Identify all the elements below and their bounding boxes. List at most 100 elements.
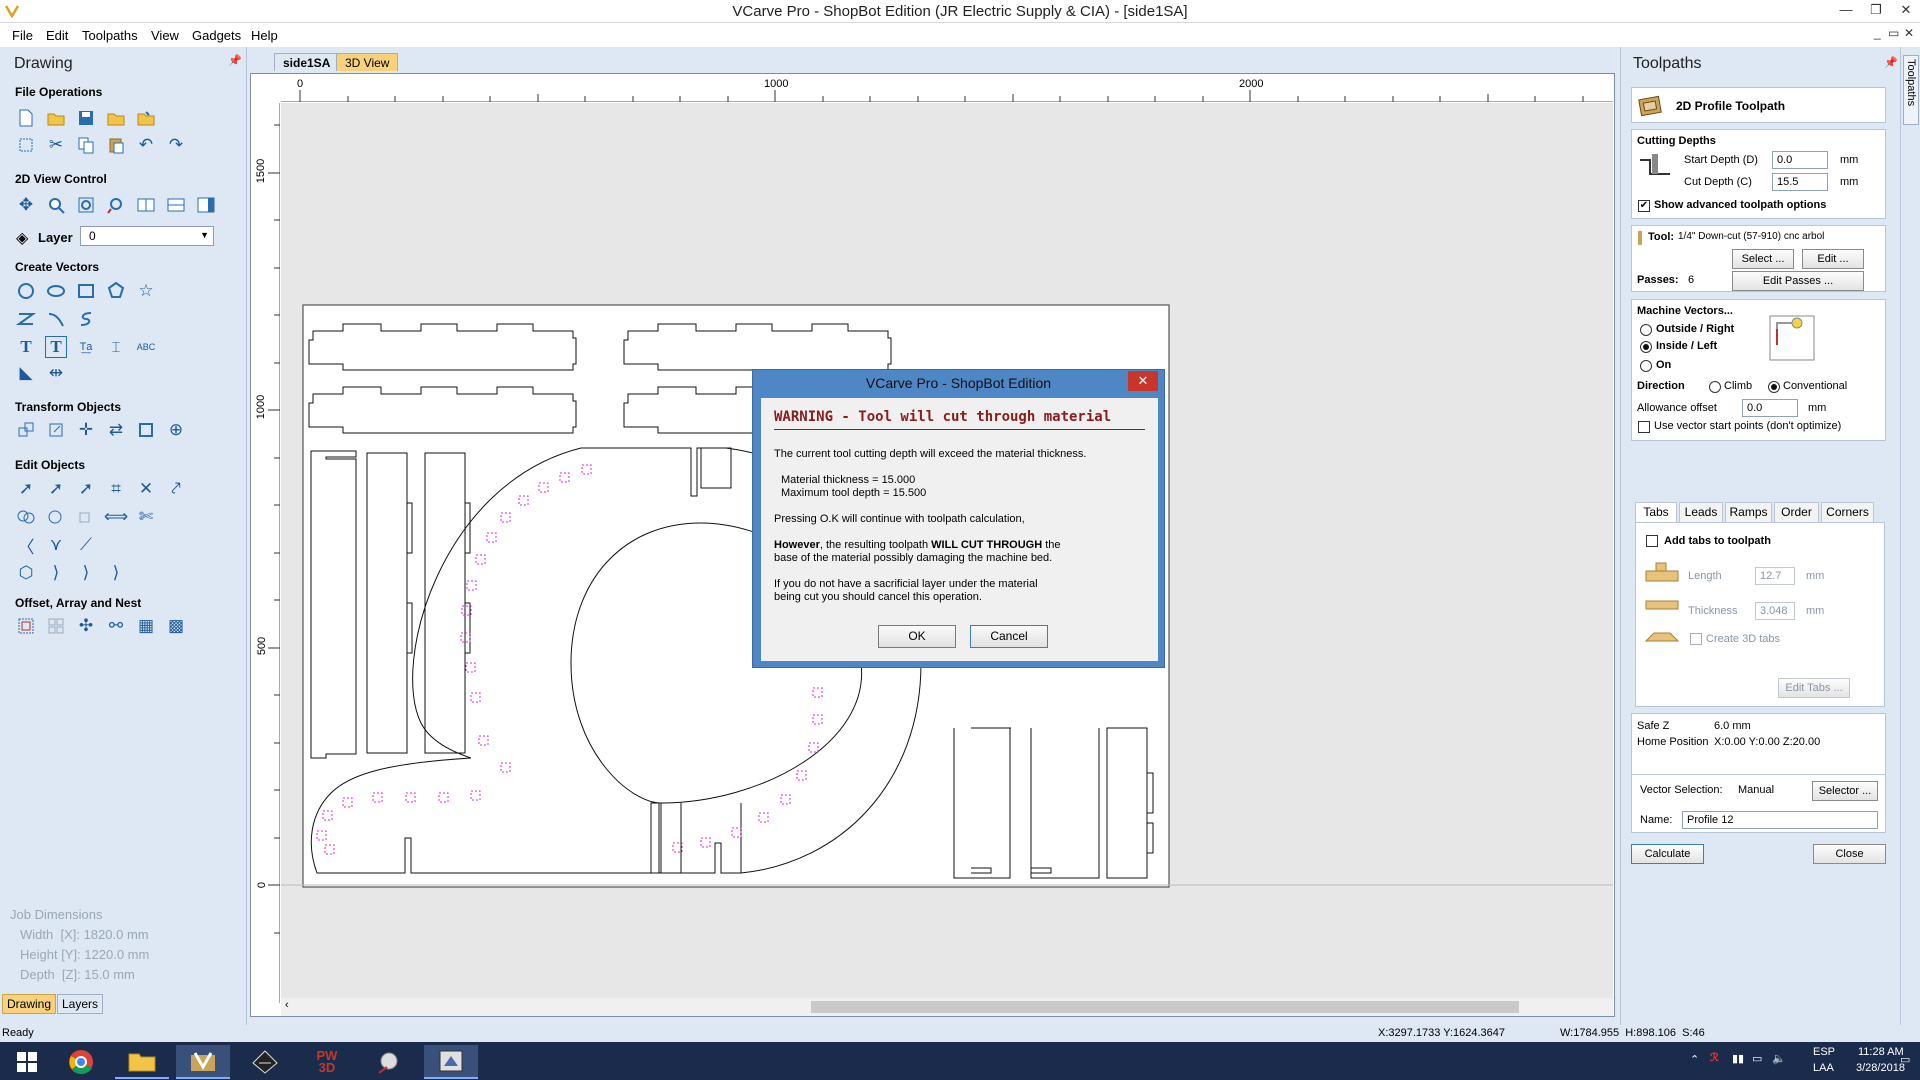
conventional-radio[interactable] [1768,381,1780,393]
app-mouse[interactable] [362,1045,416,1079]
menu-toolpaths[interactable]: Toolpaths [82,28,138,43]
join-vectors-icon[interactable]: ⟺ [104,506,128,528]
outside-right-radio[interactable] [1640,324,1652,336]
tab-thickness-input[interactable]: 3.048 [1755,602,1795,620]
add-tabs-checkbox[interactable] [1646,535,1658,547]
dimension-icon[interactable]: ◣ [15,362,37,384]
menu-gadgets[interactable]: Gadgets [192,28,241,43]
copy-icon[interactable] [75,134,97,156]
redo-icon[interactable]: ↷ [165,134,187,156]
interactive-select-icon[interactable]: ⌗ [105,478,127,500]
tray-volume-icon[interactable]: 🔈 [1772,1052,1786,1065]
close-vectors-icon[interactable]: ⬡ [15,562,37,584]
pin-icon[interactable]: 📌 [228,54,242,67]
scroll-left-icon[interactable]: ‹ [285,999,289,1011]
tab-order[interactable]: Order [1774,502,1819,523]
chrome-app[interactable] [54,1045,108,1079]
notifications-icon[interactable]: ▭ [1900,1053,1910,1066]
move-icon[interactable] [15,419,37,441]
rotate-icon[interactable] [45,419,67,441]
circular-array-icon[interactable]: ✣ [75,615,97,637]
edit-tool-button[interactable]: Edit ... [1802,249,1864,269]
tab-side1sa[interactable]: side1SA [274,53,340,71]
zoom-all-icon[interactable] [75,194,97,216]
draw-line-icon[interactable] [45,308,67,330]
draw-rectangle-icon[interactable] [75,280,97,302]
scrollbar-thumb[interactable] [811,1001,1519,1013]
clock-time[interactable]: 11:28 AM [1858,1046,1904,1058]
menu-view[interactable]: View [151,28,179,43]
draw-polygon-icon[interactable] [105,280,127,302]
zoom-in-icon[interactable] [45,194,67,216]
on-radio[interactable] [1640,360,1652,372]
draw-curve-icon[interactable] [75,308,97,330]
close-panel-button[interactable]: Close [1813,844,1886,864]
start-points-checkbox[interactable] [1638,421,1650,433]
bridge-icon[interactable]: ⟩ [75,562,97,584]
vcarve-app[interactable] [176,1045,230,1079]
edit-passes-button[interactable]: Edit Passes ... [1732,271,1864,291]
weld-icon[interactable] [15,506,37,528]
pin-icon[interactable]: 📌 [1884,56,1898,69]
intersect-icon[interactable] [75,506,97,528]
inside-left-radio[interactable] [1640,341,1652,353]
tab-drawing[interactable]: Drawing [2,994,57,1014]
extend-icon[interactable]: ⟋ [75,534,97,556]
sbp-app[interactable] [424,1045,478,1079]
tab-3d-view[interactable]: 3D View [336,53,399,71]
open-file-icon[interactable] [45,107,67,129]
auto-layout-text-icon[interactable]: T [45,336,67,358]
draw-circle-icon[interactable] [15,280,37,302]
keyboard-layout[interactable]: LAA [1813,1062,1834,1074]
text-arc-icon[interactable]: ⌶ [105,336,127,358]
delete-icon[interactable]: ✕ [135,478,157,500]
draw-star-icon[interactable]: ☆ [135,280,157,302]
new-file-icon[interactable] [15,107,37,129]
selector-button[interactable]: Selector ... [1812,781,1878,801]
cut-icon[interactable]: ✂ [45,134,67,156]
transform-select-icon[interactable]: ➚ [75,478,97,500]
set-size-icon[interactable]: ⊕ [165,419,187,441]
window-restore-button[interactable]: ❐ [1862,2,1890,18]
menu-edit[interactable]: Edit [46,28,68,43]
file-explorer-app[interactable] [115,1045,169,1079]
tab-leads[interactable]: Leads [1679,502,1723,523]
text-on-curve-icon[interactable]: T͟a [75,336,97,358]
app-diamond[interactable] [238,1045,292,1079]
tray-network-icon[interactable]: ▮▮ [1732,1052,1744,1065]
trim-icon[interactable]: ⤤ [165,478,187,500]
zoom-selected-icon[interactable] [105,194,127,216]
tab-length-input[interactable]: 12.7 [1755,567,1795,585]
dogbone-icon[interactable]: ⟩ [105,562,127,584]
tab-ramps[interactable]: Ramps [1725,502,1772,523]
start-depth-input[interactable]: 0.0 [1772,151,1828,169]
undo-icon[interactable]: ↶ [135,134,157,156]
horizontal-scrollbar[interactable]: ‹ [281,998,1613,1016]
keyboard-language[interactable]: ESP [1813,1046,1835,1058]
job-setup-icon[interactable] [15,134,37,156]
subtract-icon[interactable] [45,506,67,528]
view-window-icon[interactable] [195,194,217,216]
array-copy-icon[interactable] [45,615,67,637]
menu-file[interactable]: File [12,28,33,43]
partworks3d-app[interactable]: PW 3D [300,1045,354,1079]
start-button[interactable] [0,1045,54,1079]
cut-depth-input[interactable]: 15.5 [1772,173,1828,191]
curve-fit-icon[interactable]: ⋎ [45,534,67,556]
mdi-minimize-button[interactable]: _ [1874,26,1881,40]
offset-icon[interactable] [15,615,37,637]
layer-select[interactable]: 0 ▼ [80,226,214,246]
grid-array-icon[interactable]: ▦ [135,615,157,637]
measure-icon[interactable]: ⇹ [45,362,67,384]
scissors-icon[interactable]: ✄ [135,506,157,528]
pan-icon[interactable]: ✥ [15,194,37,216]
edit-tabs-button[interactable]: Edit Tabs ... [1778,678,1850,698]
dialog-close-button[interactable]: ✕ [1128,371,1158,391]
nest-parts-icon[interactable]: ▩ [165,615,187,637]
tray-arrow-icon[interactable]: ⌃ [1690,1053,1699,1066]
mdi-close-button[interactable]: ✕ [1904,26,1914,40]
create-3d-tabs-checkbox[interactable] [1690,633,1702,645]
import-vectors-icon[interactable] [105,107,127,129]
select-arrow-icon[interactable]: ➚ [15,478,37,500]
menu-help[interactable]: Help [251,28,278,43]
